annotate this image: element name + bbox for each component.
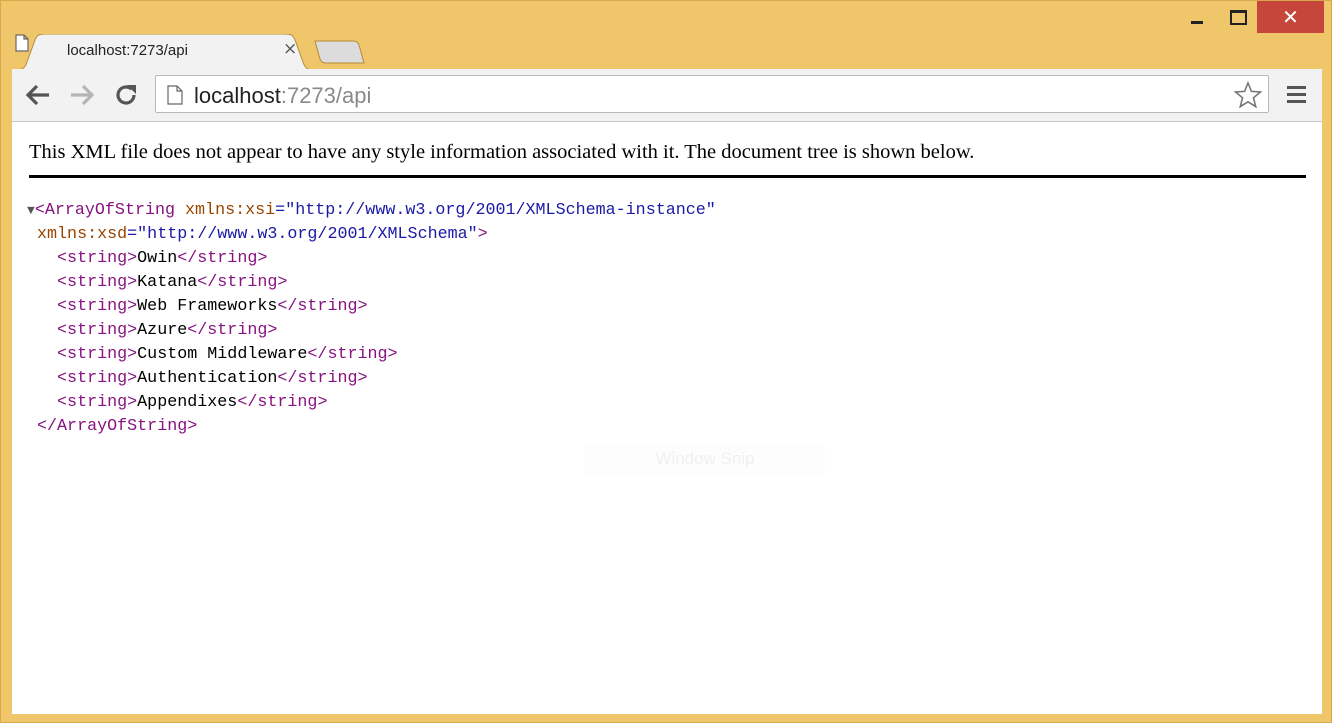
open-tag: <string> (57, 273, 138, 292)
xsi-value: "http://www.w3.org/2001/XMLSchema-instan… (285, 201, 716, 220)
open-tag: <string> (57, 297, 138, 316)
close-tag: </string> (277, 369, 368, 388)
url-host: localhost (194, 83, 281, 108)
open-tag: <string> (57, 369, 138, 388)
string-value: Owin (137, 249, 178, 268)
new-tab-button[interactable] (313, 40, 365, 64)
xml-notice: This XML file does not appear to have an… (29, 141, 975, 163)
url-text: localhost:7273/api (194, 83, 371, 109)
divider (29, 175, 1306, 178)
close-icon: ✕ (1282, 5, 1299, 29)
open-tag: <string> (57, 393, 138, 412)
close-tag: </string> (307, 345, 398, 364)
close-tag: </string> (237, 393, 328, 412)
maximize-button[interactable] (1219, 1, 1257, 33)
xml-string-item: <string>Owin</string> (27, 249, 267, 268)
xml-string-item: <string>Custom Middleware</string> (27, 345, 398, 364)
page-content: This XML file does not appear to have an… (12, 122, 1322, 714)
xsd-attr: xmlns:xsd (37, 225, 128, 244)
menu-button[interactable] (1284, 83, 1308, 107)
close-tag: </string> (277, 297, 368, 316)
tab-close-icon[interactable]: × (283, 39, 297, 59)
root-tag-name: ArrayOfString (44, 201, 176, 220)
xml-string-item: <string>Appendixes</string> (27, 393, 327, 412)
string-value: Custom Middleware (137, 345, 308, 364)
back-arrow-icon (25, 84, 49, 106)
open-tag: <string> (57, 249, 138, 268)
minimize-icon (1191, 20, 1203, 24)
xml-string-item: <string>Authentication</string> (27, 369, 368, 388)
address-bar[interactable]: localhost:7273/api (155, 75, 1269, 113)
xml-string-item: <string>Web Frameworks</string> (27, 297, 368, 316)
active-tab[interactable]: localhost:7273/api × (15, 34, 315, 70)
url-path: :7273/api (280, 83, 372, 108)
forward-button[interactable] (68, 81, 96, 109)
hamburger-icon (1286, 86, 1306, 89)
forward-arrow-icon (71, 84, 95, 106)
toolbar: localhost:7273/api (12, 69, 1322, 122)
window-snip-overlay: Window Snip (585, 444, 825, 474)
tab-title: localhost:7273/api (67, 42, 188, 59)
page-icon (15, 34, 29, 52)
xsd-value: "http://www.w3.org/2001/XMLSchema" (137, 225, 478, 244)
xsi-attr: xmlns:xsi (185, 201, 276, 220)
close-tag: </string> (177, 249, 268, 268)
xml-tree: ▼<ArrayOfString xmlns:xsi="http://www.w3… (27, 201, 716, 436)
page-icon (167, 85, 183, 105)
reload-icon (116, 85, 136, 105)
back-button[interactable] (24, 81, 52, 109)
maximize-icon (1229, 9, 1247, 25)
string-value: Authentication (137, 369, 278, 388)
close-tag: </string> (197, 273, 288, 292)
string-value: Web Frameworks (137, 297, 278, 316)
close-tag: </string> (187, 321, 278, 340)
string-value: Azure (137, 321, 188, 340)
open-tag: <string> (57, 345, 138, 364)
string-value: Katana (137, 273, 198, 292)
reload-button[interactable] (112, 81, 140, 109)
xml-items: <string>Owin</string> <string>Katana</st… (27, 249, 398, 412)
bookmark-star-icon[interactable] (1234, 81, 1262, 109)
xml-string-item: <string>Azure</string> (27, 321, 277, 340)
collapse-toggle-icon[interactable]: ▼ (27, 203, 35, 218)
browser-window: ✕ localhost:7273/api × localhost:7273/ap… (0, 0, 1332, 723)
xml-string-item: <string>Katana</string> (27, 273, 287, 292)
minimize-button[interactable] (1175, 1, 1219, 33)
open-tag: <string> (57, 321, 138, 340)
close-window-button[interactable]: ✕ (1257, 1, 1324, 33)
root-tag-close: ArrayOfString (57, 417, 188, 436)
string-value: Appendixes (137, 393, 238, 412)
